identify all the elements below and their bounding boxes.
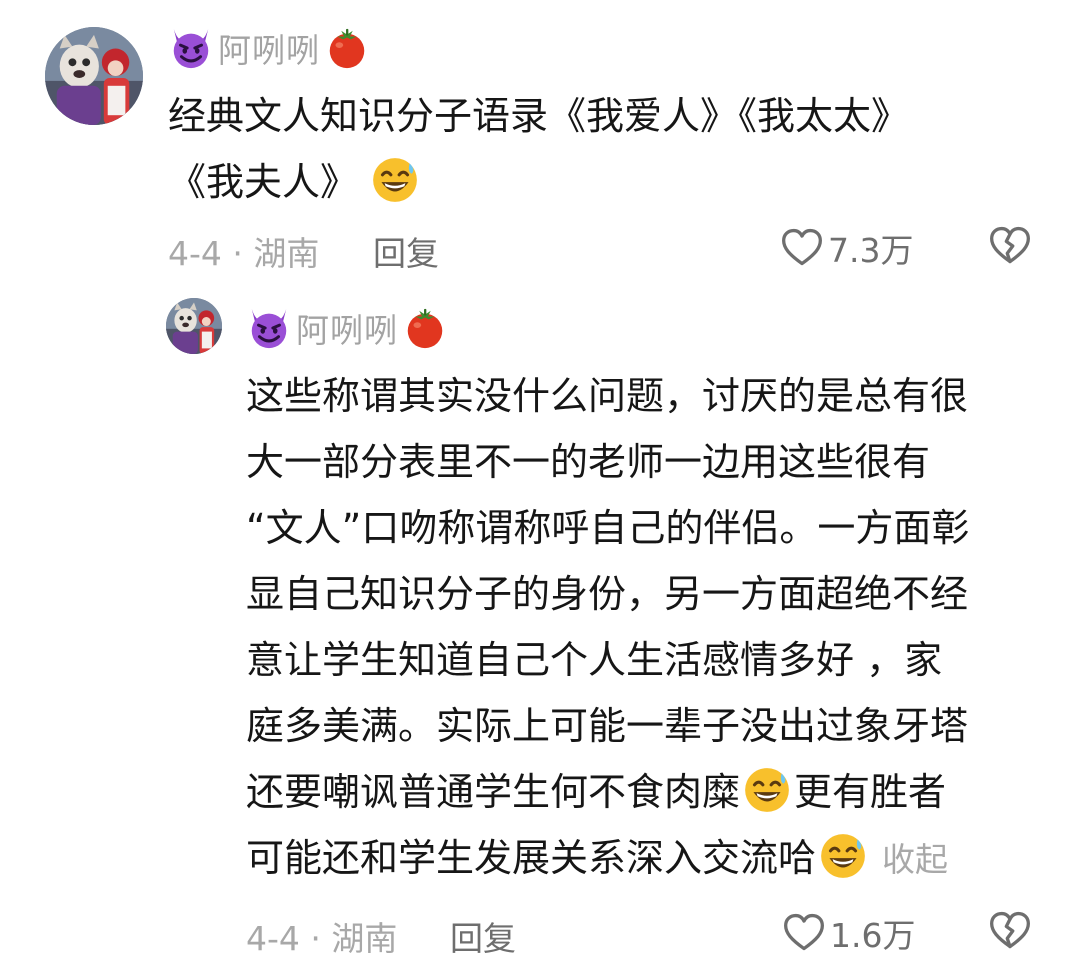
reply-text-line: 意让学生知道自己个人生活感情多好 ，家	[246, 638, 943, 682]
reply-text-line: 庭多美满。实际上可能一辈子没出过象牙塔	[246, 704, 969, 748]
username[interactable]: 阿咧咧	[218, 24, 320, 72]
reply-text-line: 显自己知识分子的身份，另一方面超绝不经	[246, 572, 969, 616]
reply-text: 这些称谓其实没什么问题，讨厌的是总有很 大一部分表里不一的老师一边用这些很有 “…	[246, 363, 969, 893]
reply-button[interactable]: 回复	[373, 227, 439, 275]
comment-text-line: 《我夫人》	[168, 149, 909, 215]
smiling-devil-icon	[168, 25, 214, 71]
collapse-link[interactable]: 收起	[882, 840, 948, 879]
username-row[interactable]: 阿咧咧	[168, 24, 370, 72]
reply-text-line: 大一部分表里不一的老师一边用这些很有	[246, 440, 931, 484]
tomato-icon	[324, 25, 370, 71]
reply-text-segment: 还要嘲讽普通学生何不食肉糜	[246, 770, 741, 814]
avatar[interactable]	[45, 27, 143, 125]
smiling-devil-icon	[246, 305, 292, 351]
broken-heart-icon	[988, 909, 1032, 953]
reply-text-segment: 可能还和学生发展关系深入交流哈	[246, 836, 817, 880]
broken-heart-icon	[988, 224, 1032, 268]
comment-item: 阿咧咧 经典文人知识分子语录《我爱人》《我太太》 《我夫人》 4-4 · 湖南 …	[0, 0, 1080, 290]
comment-text-segment: 《我夫人》	[168, 160, 359, 204]
dislike-button[interactable]	[988, 909, 1032, 953]
reply-item: 阿咧咧 这些称谓其实没什么问题，讨厌的是总有很 大一部分表里不一的老师一边用这些…	[0, 290, 1080, 958]
reply-text-segment: 更有胜者	[794, 770, 947, 814]
reply-button[interactable]: 回复	[450, 912, 516, 960]
grinning-sweat-icon	[370, 155, 420, 205]
username-row[interactable]: 阿咧咧	[246, 304, 448, 352]
comment-text-line: 经典文人知识分子语录《我爱人》《我太太》	[168, 94, 910, 138]
reply-text-line: 这些称谓其实没什么问题，讨厌的是总有很	[246, 374, 969, 418]
tomato-icon	[402, 305, 448, 351]
reply-text-line: 还要嘲讽普通学生何不食肉糜 更有胜者	[246, 759, 969, 825]
grinning-sweat-icon	[818, 831, 868, 881]
grinning-sweat-icon	[742, 765, 792, 815]
dislike-button[interactable]	[988, 224, 1032, 268]
like-count: 7.3万	[828, 231, 914, 270]
like-button[interactable]: 7.3万	[780, 224, 913, 272]
heart-outline-icon	[782, 911, 826, 955]
username[interactable]: 阿咧咧	[296, 304, 398, 352]
heart-outline-icon	[780, 226, 824, 270]
like-button[interactable]: 1.6万	[782, 909, 915, 957]
reply-text-line: “文人”口吻称谓称呼自己的伴侣。一方面彰	[246, 506, 970, 550]
comment-text: 经典文人知识分子语录《我爱人》《我太太》 《我夫人》	[168, 83, 909, 215]
reply-text-line: 可能还和学生发展关系深入交流哈 收起	[246, 825, 969, 893]
comment-date-location: 4-4 · 湖南	[168, 234, 320, 273]
like-count: 1.6万	[830, 916, 916, 955]
reply-date-location: 4-4 · 湖南	[246, 919, 398, 958]
avatar[interactable]	[166, 298, 222, 354]
